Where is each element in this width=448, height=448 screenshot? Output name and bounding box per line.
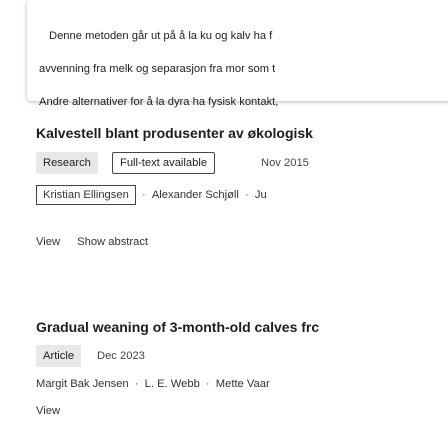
author-list: Kristian Ellingsen · Alexander Schjøll ·… (36, 185, 267, 205)
view-link[interactable]: View (36, 405, 60, 417)
research-type-badge: Research (36, 152, 98, 174)
abstract-snippet-card: Denne metoden går ut på å la ku og kalv … (27, 0, 448, 108)
publication-date: Dec 2023 (97, 350, 145, 362)
result-title[interactable]: Kalvestell blant produsenter av økologis… (36, 125, 313, 141)
view-link[interactable]: View (36, 236, 60, 248)
snippet-line: Denne metoden går ut på å la ku og kalv … (49, 29, 273, 42)
full-text-available-badge[interactable]: Full-text available (112, 152, 216, 174)
snippet-line: Andre alternativer for å la dyra ha fysi… (39, 95, 279, 108)
publication-date: Nov 2015 (261, 157, 309, 169)
result-actions: View Show abstract (36, 236, 162, 248)
show-abstract-link[interactable]: Show abstract (77, 236, 148, 248)
author-link[interactable]: Alexander Schjøll (152, 185, 239, 205)
author-separator: · (141, 189, 146, 201)
author-link[interactable]: Margit Bak Jensen (36, 374, 129, 394)
author-link[interactable]: Mette Vaar (216, 374, 270, 394)
author-link[interactable]: Kristian Ellingsen (36, 185, 136, 205)
result-actions: View (36, 405, 74, 417)
snippet-line: avvenning fra melk og separasjon fra mor… (39, 62, 276, 75)
author-list: Margit Bak Jensen · L. E. Webb · Mette V… (36, 374, 270, 394)
result-title[interactable]: Gradual weaning of 3-month-old calves fr… (36, 319, 319, 335)
author-separator: · (245, 189, 249, 201)
author-link[interactable]: Ju (255, 185, 267, 205)
author-link[interactable]: L. E. Webb (145, 374, 200, 394)
author-separator: · (205, 378, 210, 390)
author-separator: · (134, 378, 139, 390)
abstract-snippet-text: Denne metoden går ut på å la ku og kalv … (39, 11, 448, 127)
article-type-badge: Article (36, 345, 82, 367)
